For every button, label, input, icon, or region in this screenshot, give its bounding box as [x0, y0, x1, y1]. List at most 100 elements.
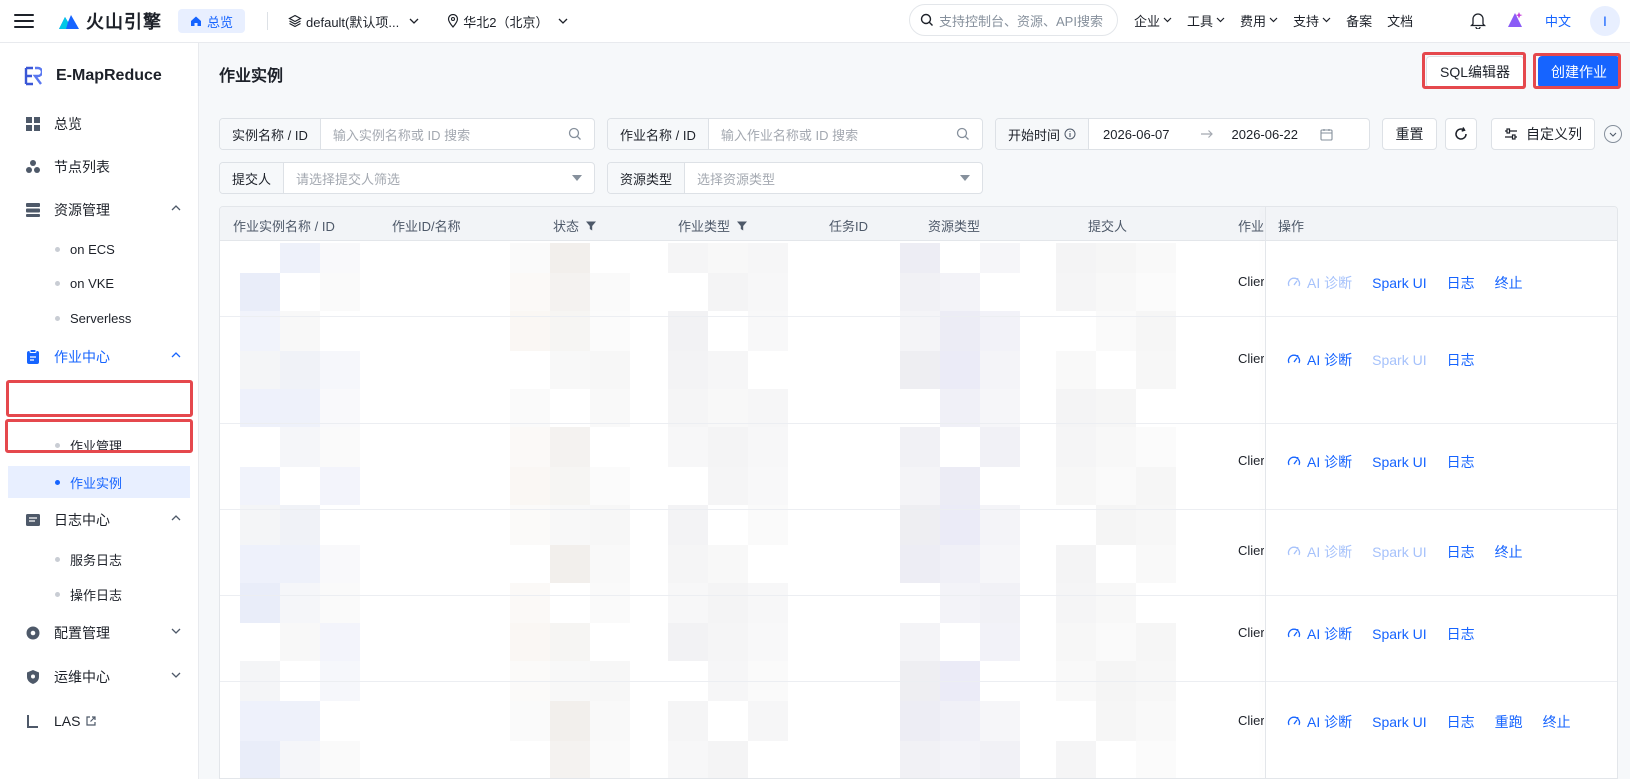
nav-label: 费用: [1240, 13, 1267, 29]
log-link[interactable]: 日志: [1447, 273, 1475, 293]
filter-icon[interactable]: [585, 220, 597, 232]
search-icon[interactable]: [568, 127, 582, 141]
job-search-input[interactable]: 输入作业名称或 ID 搜索: [709, 125, 956, 144]
search-icon[interactable]: [956, 127, 970, 141]
project-selector[interactable]: default(默认项...: [288, 12, 419, 31]
region-name: 华北2（北京）: [463, 14, 549, 30]
nav-label: 支持: [1293, 13, 1320, 29]
spark-ui-link[interactable]: Spark UI: [1372, 454, 1426, 470]
sidebar-item-las[interactable]: LAS: [0, 703, 199, 739]
ai-diagnose-link[interactable]: AI 诊断: [1287, 452, 1352, 472]
instance-search-field[interactable]: 实例名称 / ID 输入实例名称或 ID 搜索: [219, 118, 595, 150]
sidebar-item-nodes[interactable]: 节点列表: [0, 149, 199, 185]
sidebar-sub-job-management-row[interactable]: 作业管理: [0, 429, 199, 461]
filter-icon[interactable]: [736, 220, 748, 232]
nav-support[interactable]: 支持: [1293, 11, 1331, 30]
col-submitter: 提交人: [1088, 219, 1128, 234]
project-name: default(默认项...: [306, 14, 400, 30]
table-row: Clier AI 诊断 Spark UI 日志: [220, 596, 1617, 682]
spark-ui-link[interactable]: Spark UI: [1372, 544, 1426, 560]
ai-diagnose-link[interactable]: AI 诊断: [1287, 712, 1352, 732]
resource-type-select[interactable]: 资源类型 选择资源类型: [607, 162, 983, 194]
sidebar-sub-service-logs[interactable]: 服务日志: [0, 543, 199, 575]
start-time-range[interactable]: 开始时间 2026-06-07 2026-06-22: [995, 118, 1370, 150]
reset-button[interactable]: 重置: [1382, 118, 1437, 150]
ai-diagnose-link[interactable]: AI 诊断: [1287, 624, 1352, 644]
nav-enterprise[interactable]: 企业: [1134, 11, 1172, 30]
terminate-link[interactable]: 终止: [1495, 542, 1523, 562]
rerun-link[interactable]: 重跑: [1495, 712, 1523, 732]
log-link[interactable]: 日志: [1447, 542, 1475, 562]
sidebar-item-label: 配置管理: [54, 625, 110, 641]
action-label: AI 诊断: [1307, 454, 1353, 470]
create-job-button[interactable]: 创建作业: [1538, 56, 1620, 88]
spark-ui-link[interactable]: Spark UI: [1372, 626, 1426, 642]
sql-editor-button[interactable]: SQL编辑器: [1426, 56, 1524, 88]
menu-icon[interactable]: [14, 14, 34, 28]
spark-ui-link[interactable]: Spark UI: [1372, 275, 1426, 291]
spark-ui-link[interactable]: Spark UI: [1372, 714, 1426, 730]
action-label: AI 诊断: [1307, 352, 1353, 368]
sidebar-item-overview[interactable]: 总览: [0, 106, 199, 142]
sidebar-item-ops-center[interactable]: 运维中心: [0, 659, 199, 695]
sidebar-item-job-center[interactable]: 作业中心: [0, 339, 199, 375]
nav-billing[interactable]: 费用: [1240, 11, 1278, 30]
brand[interactable]: 火山引擎: [58, 8, 162, 34]
sidebar-item-config[interactable]: 配置管理: [0, 615, 199, 651]
sidebar-sub-on-ecs[interactable]: on ECS: [0, 233, 199, 265]
sidebar-sub-job-instances[interactable]: 作业实例: [8, 466, 190, 498]
ai-assistant-icon[interactable]: [1505, 10, 1525, 30]
home-button[interactable]: 总览: [178, 9, 246, 33]
job-search-field[interactable]: 作业名称 / ID 输入作业名称或 ID 搜索: [607, 118, 983, 150]
sidebar-sub-label: 作业实例: [70, 475, 123, 491]
sidebar-sub-on-vke[interactable]: on VKE: [0, 267, 199, 299]
ai-diagnose-link[interactable]: AI 诊断: [1287, 350, 1352, 370]
gear-icon: [26, 626, 40, 640]
top-bar: 火山引擎 总览 default(默认项... 华北2（北京） 支持控制台、资源、…: [0, 0, 1630, 43]
log-link[interactable]: 日志: [1447, 452, 1475, 472]
sidebar-item-label: 日志中心: [54, 512, 110, 528]
nav-docs[interactable]: 文档: [1387, 11, 1413, 30]
sidebar-item-resources[interactable]: 资源管理: [0, 192, 199, 228]
global-search-input[interactable]: 支持控制台、资源、API搜索: [909, 4, 1118, 36]
refresh-button[interactable]: [1445, 118, 1477, 150]
language-switch[interactable]: 中文: [1545, 11, 1571, 30]
home-icon: [191, 16, 201, 26]
col-instance-name: 作业实例名称 / ID: [233, 219, 335, 234]
ai-diagnose-link[interactable]: AI 诊断: [1287, 273, 1352, 293]
date-from-input[interactable]: 2026-06-07: [1103, 127, 1170, 142]
sidebar-sub-serverless[interactable]: Serverless: [0, 302, 199, 334]
action-label: 终止: [1494, 544, 1523, 560]
brand-name: 火山引擎: [86, 12, 162, 32]
submitter-select[interactable]: 提交人 请选择提交人筛选: [219, 162, 595, 194]
row-actions: AI 诊断 Spark UI 日志 终止: [1287, 273, 1543, 293]
calendar-icon[interactable]: [1320, 128, 1333, 141]
custom-columns-button[interactable]: 自定义列: [1491, 118, 1595, 150]
spark-ui-link[interactable]: Spark UI: [1372, 352, 1426, 368]
instance-search-input[interactable]: 输入实例名称或 ID 搜索: [321, 125, 568, 144]
sidebar-sub-operation-logs[interactable]: 操作日志: [0, 578, 199, 610]
expand-filters-button[interactable]: [1604, 125, 1622, 143]
arrow-right-icon: [1200, 130, 1213, 138]
nav-icp[interactable]: 备案: [1346, 11, 1372, 30]
las-icon: [27, 715, 38, 728]
chevron-down-icon: [1216, 17, 1225, 23]
bell-icon[interactable]: [1470, 11, 1486, 29]
sidebar-title[interactable]: E-MapReduce: [24, 66, 162, 86]
terminate-link[interactable]: 终止: [1495, 273, 1523, 293]
info-icon[interactable]: [1064, 128, 1076, 140]
date-to-input[interactable]: 2026-06-22: [1232, 127, 1299, 142]
region-selector[interactable]: 华北2（北京）: [447, 12, 568, 31]
sidebar-item-log-center[interactable]: 日志中心: [0, 502, 199, 538]
terminate-link[interactable]: 终止: [1543, 712, 1571, 732]
nav-tools[interactable]: 工具: [1187, 11, 1225, 30]
action-label: AI 诊断: [1307, 275, 1353, 291]
divider: [267, 12, 269, 30]
action-label: Spark UI: [1372, 454, 1427, 470]
log-link[interactable]: 日志: [1447, 712, 1475, 732]
log-link[interactable]: 日志: [1447, 350, 1475, 370]
avatar[interactable]: I: [1590, 6, 1620, 36]
ai-diagnose-link[interactable]: AI 诊断: [1287, 542, 1352, 562]
log-link[interactable]: 日志: [1447, 624, 1475, 644]
product-name: E-MapReduce: [56, 67, 162, 84]
